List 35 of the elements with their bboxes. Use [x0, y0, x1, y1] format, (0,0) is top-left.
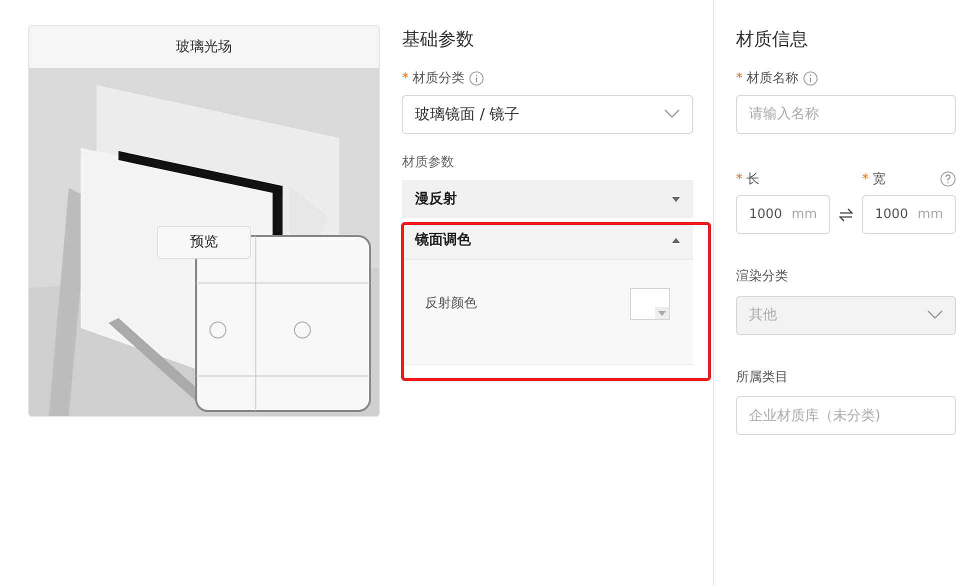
field-label: 反射颜色 — [425, 295, 477, 314]
caret-down-icon — [658, 310, 666, 316]
field-label: 宽 — [872, 170, 886, 188]
chevron-down-icon — [664, 109, 680, 119]
caret-down-icon — [672, 196, 680, 202]
accordion-header[interactable]: 漫反射 — [402, 180, 693, 218]
caret-up-icon — [672, 238, 680, 243]
required-mark: * — [736, 170, 742, 188]
catalog-field[interactable]: 企业材质库（未分类) — [736, 396, 956, 435]
name-field[interactable]: 请输入名称 — [736, 94, 956, 134]
field-label: 所属类目 — [736, 368, 788, 386]
color-picker[interactable] — [630, 288, 670, 320]
category-select[interactable]: 玻璃镜面 / 镜子 — [402, 94, 693, 134]
field-label: 长 — [746, 170, 760, 188]
swap-icon[interactable] — [839, 208, 853, 222]
required-mark: * — [736, 70, 742, 88]
field-label: 材质分类 — [412, 70, 464, 88]
dimension-field[interactable]: 1000 mm — [862, 195, 956, 234]
preview-button[interactable]: 预览 — [157, 226, 251, 259]
unit-label: mm — [918, 206, 943, 224]
field-label: 材质参数 — [402, 154, 455, 172]
field-label: 材质名称 — [746, 70, 798, 88]
section-title: 材质信息 — [736, 28, 809, 52]
help-icon — [940, 171, 956, 188]
unit-label: mm — [792, 206, 817, 224]
required-mark: * — [862, 170, 868, 188]
card-title: 玻璃光场 — [176, 38, 232, 56]
dimension-field[interactable]: 1000 mm — [736, 195, 830, 234]
section-title: 基础参数 — [402, 28, 475, 52]
info-icon — [802, 71, 818, 86]
required-mark: * — [402, 70, 408, 88]
accordion-header[interactable]: 镜面调色 — [402, 222, 693, 260]
info-icon — [468, 71, 484, 86]
field-label: 渲染分类 — [736, 268, 788, 286]
chevron-down-icon — [927, 310, 943, 320]
